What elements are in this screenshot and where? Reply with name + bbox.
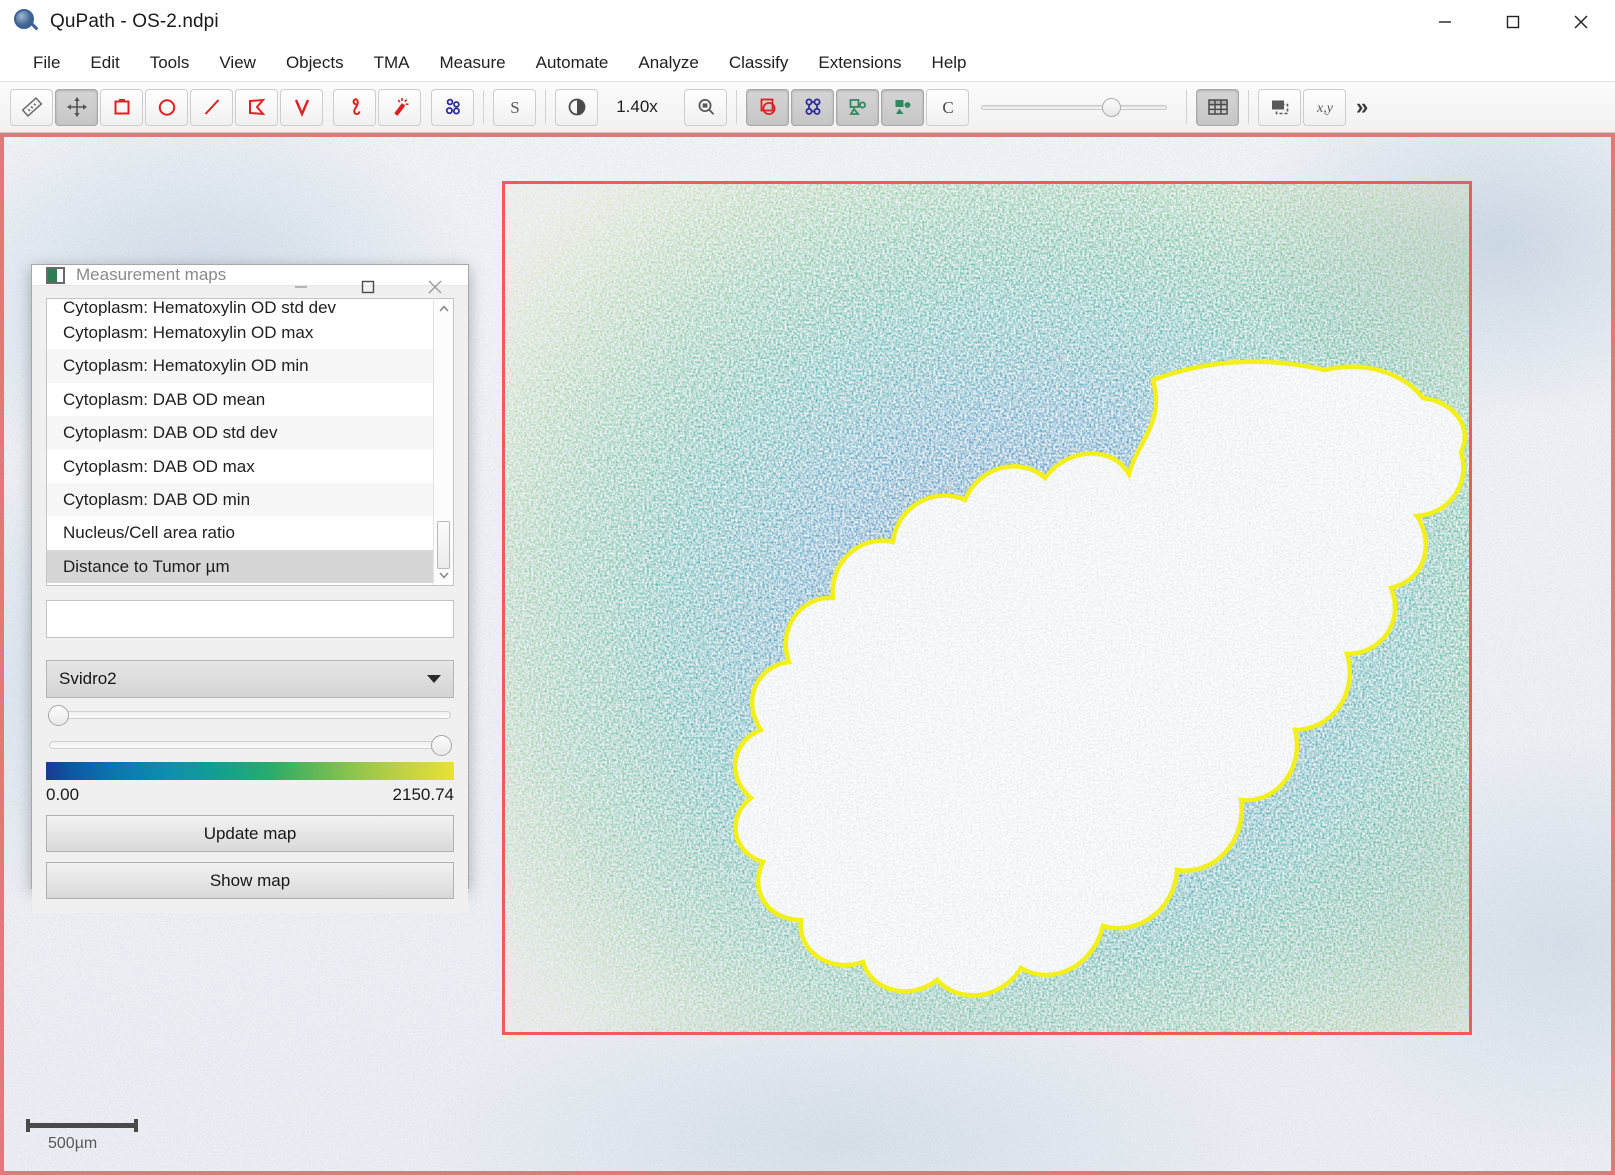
range-max-slider-track	[49, 741, 451, 749]
menu-view[interactable]: View	[204, 49, 271, 77]
toolbar-overflow-button[interactable]: »	[1356, 94, 1368, 120]
menu-objects[interactable]: Objects	[271, 49, 359, 77]
rectangle-tool-button[interactable]	[100, 88, 143, 126]
menu-tma[interactable]: TMA	[359, 49, 425, 77]
window-controls	[1411, 0, 1615, 44]
range-max-slider[interactable]	[46, 732, 454, 758]
menu-classify[interactable]: Classify	[714, 49, 804, 77]
opacity-slider-track	[981, 105, 1167, 110]
measurement-maps-dialog[interactable]: Measurement maps Cytoplasm: Hematoxylin …	[31, 264, 469, 913]
show-location-toggle-button[interactable]: x,y	[1303, 88, 1346, 126]
dialog-body: Cytoplasm: Hematoxylin OD std dev Cytopl…	[32, 286, 468, 913]
list-item[interactable]: Cytoplasm: Hematoxylin OD min	[47, 349, 433, 383]
annotation-rectangle[interactable]	[502, 181, 1472, 1035]
scale-bar-label: 500µm	[48, 1135, 98, 1152]
svg-text:S: S	[510, 98, 519, 117]
colormap-select-value: Svidro2	[59, 669, 117, 688]
colorbar-min-label: 0.00	[46, 785, 80, 804]
menu-extensions[interactable]: Extensions	[803, 49, 916, 77]
range-min-slider-thumb[interactable]	[48, 705, 69, 726]
brush-tool-button[interactable]	[333, 88, 376, 126]
polyline-tool-button[interactable]	[280, 88, 323, 126]
colormap-colorbar	[46, 762, 454, 780]
colorbar-labels: 0.00 2150.74	[46, 785, 454, 805]
list-item[interactable]: Cytoplasm: Hematoxylin OD max	[47, 316, 433, 349]
brightness-contrast-tool-button[interactable]	[555, 88, 598, 126]
tumor-annotation[interactable]	[505, 184, 1469, 1032]
list-item[interactable]: Cytoplasm: DAB OD max	[47, 450, 433, 483]
line-tool-button[interactable]	[190, 88, 233, 126]
chevron-down-icon	[427, 675, 441, 683]
list-item[interactable]: Cytoplasm: DAB OD std dev	[47, 416, 433, 450]
measurement-list-scrollbar[interactable]	[433, 299, 453, 585]
dialog-title: Measurement maps	[76, 265, 227, 284]
main-toolbar: S 1.40x C x,y »	[0, 82, 1615, 133]
zoom-to-fit-button[interactable]	[684, 88, 727, 126]
ellipse-tool-button[interactable]	[145, 88, 188, 126]
measurement-filter-input[interactable]	[46, 600, 454, 638]
wand-tool-button[interactable]	[378, 88, 421, 126]
measurement-list-scroll-area: Cytoplasm: Hematoxylin OD std dev Cytopl…	[47, 299, 433, 585]
move-pan-tool-button[interactable]	[55, 88, 98, 126]
show-grid-toggle-button[interactable]	[1196, 88, 1239, 126]
scale-bar-line	[26, 1119, 138, 1132]
scroll-up-arrow-icon[interactable]	[434, 299, 453, 319]
show-map-button[interactable]: Show map	[46, 862, 454, 899]
list-item[interactable]: Cytoplasm: DAB OD min	[47, 482, 433, 517]
opacity-slider-thumb[interactable]	[1102, 98, 1121, 117]
dialog-titlebar[interactable]: Measurement maps	[32, 265, 468, 294]
show-overview-toggle-button[interactable]	[1258, 88, 1301, 126]
image-viewer[interactable]: 500µm Measurement maps Cytoplasm: Hemato…	[0, 133, 1615, 1175]
fill-annotations-toggle-button[interactable]	[836, 88, 879, 126]
colormap-select[interactable]: Svidro2	[46, 660, 454, 698]
show-annotations-toggle-button[interactable]	[746, 88, 789, 126]
polygon-tool-button[interactable]	[235, 88, 278, 126]
window-titlebar: QuPath - OS-2.ndpi	[0, 0, 1615, 44]
show-classification-toggle-button[interactable]: C	[926, 88, 969, 126]
menu-measure[interactable]: Measure	[424, 49, 520, 77]
scroll-down-arrow-icon[interactable]	[434, 565, 453, 585]
menu-file[interactable]: File	[18, 49, 75, 77]
qupath-magnifier-icon	[14, 8, 40, 35]
menubar: File Edit Tools View Objects TMA Measure…	[0, 44, 1615, 82]
window-close-button[interactable]	[1547, 0, 1615, 44]
menu-analyze[interactable]: Analyze	[623, 49, 713, 77]
menu-automate[interactable]: Automate	[521, 49, 624, 77]
scrollbar-thumb[interactable]	[437, 521, 450, 569]
window-maximize-button[interactable]	[1479, 0, 1547, 44]
menu-help[interactable]: Help	[917, 49, 982, 77]
show-detections-toggle-button[interactable]	[791, 88, 834, 126]
window-minimize-button[interactable]	[1411, 0, 1479, 44]
selection-mode-tool-button[interactable]: S	[493, 88, 536, 126]
list-item[interactable]: Cytoplasm: DAB OD mean	[47, 383, 433, 416]
list-item[interactable]: Nucleus/Cell area ratio	[47, 516, 433, 549]
list-item-selected[interactable]: Distance to Tumor µm	[47, 549, 433, 584]
update-map-button[interactable]: Update map	[46, 815, 454, 852]
colorbar-max-label: 2150.74	[392, 785, 454, 804]
scale-bar: 500µm	[26, 1119, 138, 1153]
range-min-slider[interactable]	[46, 702, 454, 728]
window-title: QuPath - OS-2.ndpi	[50, 10, 219, 32]
menu-tools[interactable]: Tools	[135, 49, 205, 77]
points-tool-button[interactable]	[431, 88, 474, 126]
measurement-list[interactable]: Cytoplasm: Hematoxylin OD std dev Cytopl…	[46, 298, 454, 586]
range-max-slider-thumb[interactable]	[431, 735, 452, 756]
menu-edit[interactable]: Edit	[75, 49, 134, 77]
zoom-level-label: 1.40x	[616, 97, 658, 116]
svg-text:x,y: x,y	[1316, 101, 1334, 116]
svg-text:C: C	[942, 98, 953, 117]
opacity-slider[interactable]	[981, 92, 1167, 122]
fill-detections-toggle-button[interactable]	[881, 88, 924, 126]
ruler-measure-tool-button[interactable]	[10, 88, 53, 126]
measurement-map-icon	[46, 266, 65, 284]
range-min-slider-track	[49, 711, 451, 719]
list-item[interactable]: Cytoplasm: Hematoxylin OD std dev	[47, 299, 433, 316]
